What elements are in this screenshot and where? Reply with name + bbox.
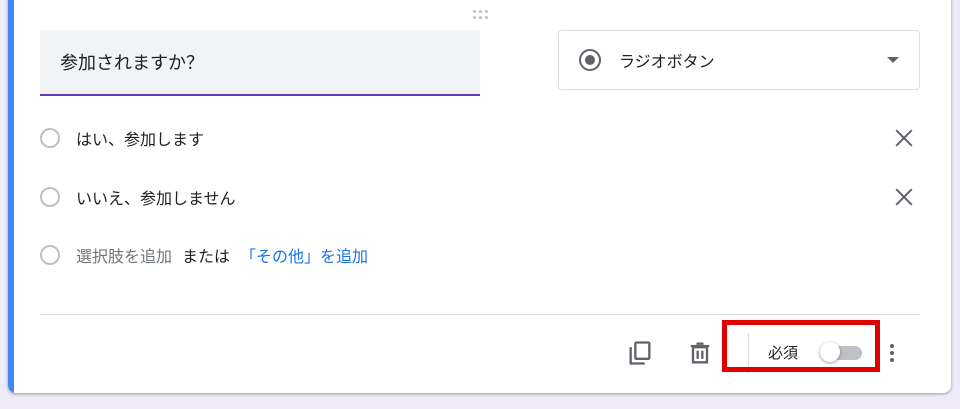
more-vert-icon[interactable] bbox=[884, 339, 900, 367]
option-label-input[interactable]: はい、参加します bbox=[76, 126, 892, 150]
question-title-input[interactable]: 参加されますか？ bbox=[40, 30, 480, 96]
add-option-row: 選択肢を追加 または 「その他」を追加 bbox=[40, 235, 920, 275]
remove-option-icon[interactable] bbox=[892, 126, 916, 150]
radio-empty-icon bbox=[40, 245, 60, 265]
remove-option-icon[interactable] bbox=[892, 185, 916, 209]
question-card[interactable]: 参加されますか？ ラジオボタン はい、参加します いいえ、参加しません 選択肢を… bbox=[8, 0, 951, 393]
or-text: または bbox=[182, 247, 231, 266]
add-other-link[interactable]: 「その他」を追加 bbox=[240, 243, 368, 267]
dropdown-arrow-icon bbox=[887, 57, 899, 63]
option-label-input[interactable]: いいえ、参加しません bbox=[76, 185, 892, 209]
required-highlight-box bbox=[722, 320, 880, 372]
question-footer: 必須 bbox=[8, 315, 951, 393]
drag-handle-icon[interactable] bbox=[473, 10, 493, 22]
question-type-dropdown[interactable]: ラジオボタン bbox=[558, 30, 920, 90]
add-option-input[interactable]: 選択肢を追加 bbox=[76, 243, 172, 267]
question-type-label: ラジオボタン bbox=[619, 52, 715, 71]
radio-checked-icon bbox=[579, 49, 601, 71]
trash-icon[interactable] bbox=[686, 339, 714, 367]
option-row-1: はい、参加します bbox=[40, 118, 920, 158]
copy-icon[interactable] bbox=[626, 339, 654, 367]
question-title-text: 参加されますか？ bbox=[60, 53, 204, 74]
radio-empty-icon bbox=[40, 128, 60, 148]
radio-empty-icon bbox=[40, 187, 60, 207]
option-row-2: いいえ、参加しません bbox=[40, 177, 920, 217]
